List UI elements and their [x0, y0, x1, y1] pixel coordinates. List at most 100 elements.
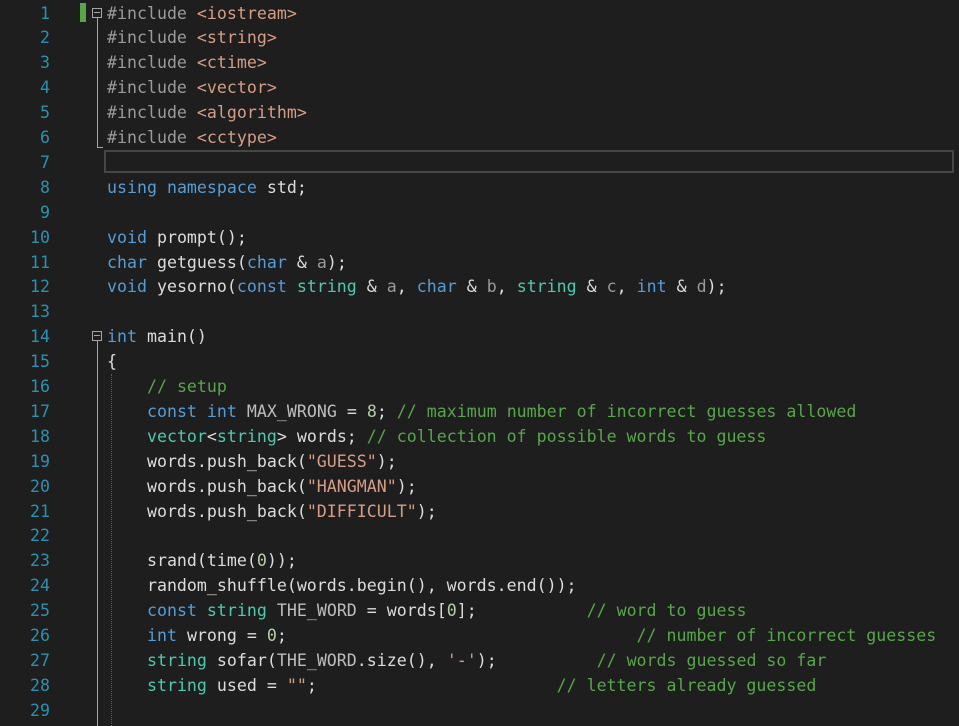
code-line[interactable]: #include <vector>	[107, 75, 277, 100]
code-line[interactable]: string sofar(THE_WORD.size(), '-'); // w…	[107, 648, 826, 673]
line-number: 10	[30, 227, 50, 247]
code-line[interactable]: words.push_back("DIFFICULT");	[107, 499, 437, 524]
line-number: 23	[30, 551, 50, 571]
line-number: 26	[30, 626, 50, 645]
code-token: &	[456, 277, 487, 297]
collapse-icon[interactable]	[92, 8, 102, 18]
code-token: <vector>	[196, 78, 277, 98]
code-line[interactable]: using namespace std;	[107, 175, 307, 200]
line-number-gutter: 1 2 3 4 5 6 7 8 9 10 11 12 13 14 15 16 17 18 19 20 21 22 23 24 2…	[0, 0, 62, 726]
code-token: );	[706, 277, 727, 297]
collapse-icon[interactable]	[92, 331, 102, 341]
code-token: char	[107, 252, 147, 272]
code-token: void	[107, 227, 147, 247]
code-token: #include	[107, 28, 197, 48]
code-token: #include	[107, 78, 197, 98]
code-token: );	[416, 501, 437, 521]
code-token: std;	[256, 177, 307, 197]
line-number: 11	[30, 252, 50, 272]
code-line[interactable]: const string THE_WORD = words[0]; // wor…	[107, 598, 747, 623]
code-line[interactable]: words.push_back("GUESS");	[107, 449, 397, 474]
line-number: 29	[30, 700, 50, 720]
code-token: &	[666, 277, 697, 297]
code-line[interactable]: #include <cctype>	[107, 125, 277, 150]
code-line[interactable]: srand(time(0));	[107, 548, 297, 573]
line-number: 28	[30, 675, 50, 695]
code-token: words.push_back(	[107, 451, 307, 471]
code-token: c	[606, 277, 617, 297]
code-token: ,	[616, 277, 637, 297]
code-token: THE_WORD	[276, 650, 357, 670]
code-token: 0	[446, 601, 457, 621]
code-token: <cctype>	[196, 128, 277, 147]
line-number: 1	[40, 3, 50, 23]
code-line[interactable]: void prompt();	[107, 225, 247, 250]
code-token: ""	[286, 675, 307, 695]
code-token: &	[356, 277, 387, 297]
code-token: > words;	[276, 426, 367, 446]
code-line[interactable]: int main()	[107, 324, 207, 349]
code-token: // number of incorrect guesses	[636, 626, 937, 645]
code-token: #include	[107, 128, 197, 147]
code-token: =	[336, 401, 367, 421]
code-token: 8	[366, 401, 377, 421]
code-line[interactable]: vector<string> words; // collection of p…	[107, 424, 766, 449]
code-line[interactable]: int wrong = 0; // number of incorrect gu…	[107, 623, 936, 648]
code-line[interactable]: #include <string>	[107, 25, 277, 50]
code-token: b	[486, 277, 497, 297]
code-token: char	[416, 277, 457, 297]
code-token: MAX_WRONG	[246, 401, 337, 421]
line-number: 16	[30, 377, 50, 396]
code-token: string	[146, 675, 207, 695]
line-number: 24	[30, 576, 50, 596]
code-token: getguess(	[146, 252, 247, 272]
code-token: sofar(	[206, 650, 277, 670]
line-number: 7	[40, 152, 50, 172]
code-line[interactable]: {	[107, 349, 117, 374]
change-indicator-bar	[80, 3, 86, 22]
code-line[interactable]: // setup	[107, 374, 227, 399]
code-line[interactable]: char getguess(char & a);	[107, 250, 347, 275]
code-token: string	[206, 601, 267, 621]
code-token: 0	[256, 551, 267, 571]
code-token: // word to guess	[586, 601, 747, 621]
code-line[interactable]: #include <ctime>	[107, 50, 267, 75]
code-line[interactable]: void yesorno(const string & a, char & b,…	[107, 274, 727, 299]
code-token: <algorithm>	[196, 103, 307, 123]
code-editor[interactable]: 1 2 3 4 5 6 7 8 9 10 11 12 13 14 15 16 17 18 19 20 21 22 23 24 2…	[0, 0, 959, 726]
code-token: );	[396, 476, 417, 496]
code-token: THE_WORD	[276, 601, 357, 621]
line-number: 13	[30, 302, 50, 322]
code-line[interactable]: words.push_back("HANGMAN");	[107, 474, 417, 499]
code-line[interactable]: const int MAX_WRONG = 8; // maximum numb…	[107, 399, 856, 424]
code-token: main()	[136, 327, 207, 347]
line-number: 27	[30, 650, 50, 670]
code-token: d	[696, 277, 707, 297]
code-token: vector	[146, 426, 207, 446]
code-line[interactable]: string used = ""; // letters already gue…	[107, 673, 816, 698]
line-number: 15	[30, 352, 50, 372]
line-number: 20	[30, 476, 50, 496]
code-token: const	[236, 277, 287, 297]
code-token: );	[476, 650, 597, 670]
code-line[interactable]: random_shuffle(words.begin(), words.end(…	[107, 573, 577, 598]
code-line[interactable]: #include <algorithm>	[107, 100, 307, 125]
code-token: string	[216, 426, 277, 446]
code-token: "GUESS"	[306, 451, 377, 471]
code-token: .size(),	[356, 650, 447, 670]
code-token: "HANGMAN"	[306, 476, 397, 496]
code-token: yesorno(	[146, 277, 237, 297]
code-token: used =	[206, 675, 287, 695]
line-number: 2	[40, 28, 50, 48]
code-token: words.push_back(	[107, 476, 307, 496]
code-line[interactable]: #include <iostream>	[107, 1, 297, 26]
code-token: namespace	[166, 177, 257, 197]
